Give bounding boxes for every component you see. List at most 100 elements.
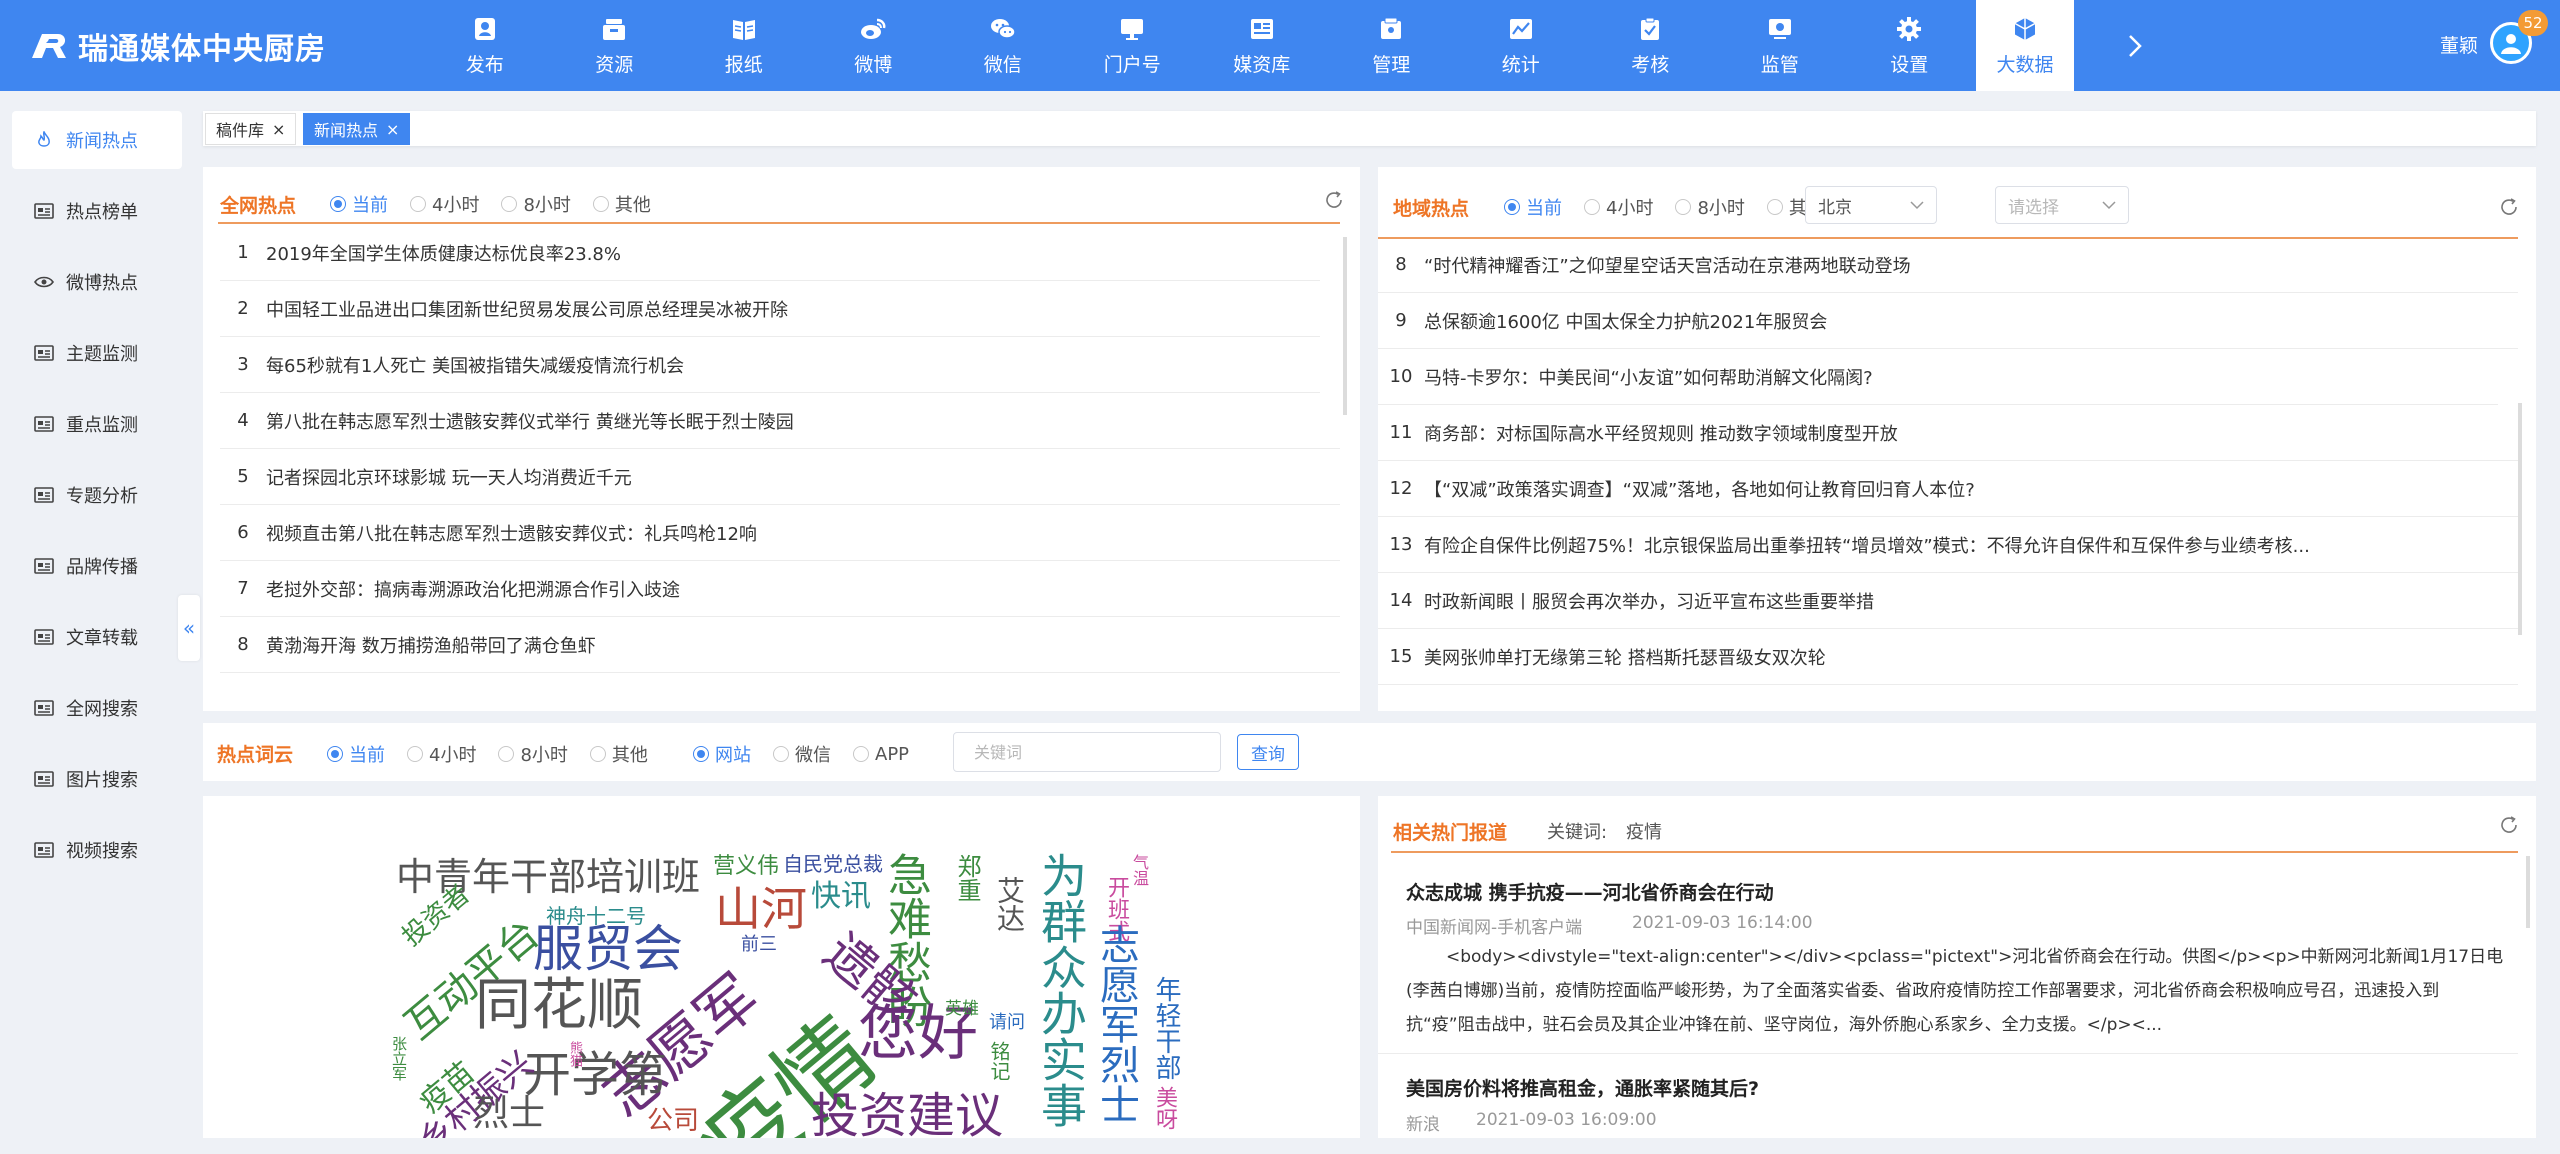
radio-8h[interactable]: 8小时 [498, 741, 568, 767]
refresh-icon[interactable] [2498, 196, 2520, 218]
app-logo[interactable]: 瑞通媒体中央厨房 [28, 26, 326, 67]
cloud-word[interactable]: 铭记 [987, 1041, 1011, 1081]
list-item[interactable]: 14 时政新闻眼丨服贸会再次举办，习近平宣布这些重要举措 [1378, 573, 2518, 629]
radio-4h[interactable]: 4小时 [407, 741, 476, 767]
nav-item-statistics[interactable]: 统计 [1456, 0, 1586, 91]
list-item[interactable]: 3 每65秒就有1人死亡 美国被指错失减缓疫情流行机会 [220, 337, 1320, 393]
list-item[interactable]: 5 记者探园北京环球影城 玩一天人均消费近千元 [220, 449, 1340, 505]
radio-4h[interactable]: 4小时 [1584, 194, 1653, 220]
cloud-word[interactable]: 快讯 [811, 882, 871, 912]
cloud-word[interactable]: 开学第 [523, 1051, 667, 1099]
nav-more-button[interactable] [2120, 28, 2150, 64]
news-item[interactable]: 美国房价料将推高租金，通胀率紧随其后? 新浪 2021-09-03 16:09:… [1378, 1054, 2518, 1138]
district-select[interactable]: 请选择 [1995, 186, 2129, 224]
flame-icon [34, 131, 56, 149]
sidebar-item-web-search[interactable]: 全网搜索 [12, 679, 182, 737]
sidebar-item-news-hot[interactable]: 新闻热点 [12, 111, 182, 169]
list-item[interactable]: 13 有险企自保件比例超75%！北京银保监局出重拳扭转“增员增效”模式：不得允许自… [1378, 517, 2518, 573]
notification-badge[interactable]: 52 [2518, 10, 2548, 36]
radio-4h[interactable]: 4小时 [410, 191, 479, 217]
radio-other[interactable]: 其他 [592, 191, 651, 217]
cloud-word[interactable]: 郑重 [953, 854, 981, 902]
user-name[interactable]: 董颖 [2440, 31, 2478, 58]
cloud-word[interactable]: 烈士 [473, 1096, 545, 1132]
list-item[interactable]: 9 总保额逾1600亿 中国太保全力护航2021年服贸会 [1378, 293, 2518, 349]
sidebar-item-weibo-hot[interactable]: 微博热点 [12, 253, 182, 311]
list-item[interactable]: 10 马特-卡罗尔：中美民间“小友谊”如何帮助消解文化隔阂? [1378, 349, 2498, 405]
cloud-word[interactable]: 请问 [989, 1014, 1025, 1032]
list-item[interactable]: 4 第八批在韩志愿军烈士遗骸安葬仪式举行 黄继光等长眠于烈士陵园 [220, 393, 1340, 449]
cloud-word[interactable]: 张立军 [390, 1036, 408, 1081]
nav-item-weibo[interactable]: 微博 [809, 0, 939, 91]
sidebar-item-special-analysis[interactable]: 专题分析 [12, 466, 182, 524]
list-item[interactable]: 8 “时代精神耀香江”之仰望星空话天宫活动在京港两地联动登场 [1378, 237, 2518, 293]
cloud-word[interactable]: 服贸会 [533, 924, 683, 974]
refresh-icon[interactable] [1323, 189, 1345, 211]
city-select[interactable]: 北京 [1805, 186, 1937, 224]
cloud-word[interactable]: 同花顺 [475, 978, 643, 1034]
cloud-word[interactable]: 年轻干部 [1151, 976, 1181, 1080]
list-item[interactable]: 15 美网张帅单打无缘第三轮 搭档斯托瑟晋级女双次轮 [1378, 629, 2518, 685]
radio-other[interactable]: 其他 [589, 741, 648, 767]
radio-current[interactable]: 当前 [330, 191, 388, 217]
sidebar-item-image-search[interactable]: 图片搜索 [12, 750, 182, 808]
cloud-word[interactable]: 气温 [1130, 854, 1149, 886]
sidebar-collapse-button[interactable]: « [178, 595, 200, 661]
keyword-input[interactable] [953, 732, 1221, 772]
nav-item-wechat[interactable]: 微信 [938, 0, 1068, 91]
cloud-word[interactable]: 公司 [647, 1108, 699, 1134]
cloud-word[interactable]: 投资建议 [811, 1092, 1003, 1138]
radio-current[interactable]: 当前 [327, 741, 385, 767]
list-item[interactable]: 2 中国轻工业品进出口集团新世纪贸易发展公司原总经理吴冰被开除 [220, 281, 1320, 337]
refresh-icon[interactable] [2498, 814, 2520, 836]
scrollbar[interactable] [2518, 403, 2522, 635]
list-item[interactable]: 8 黄渤海开海 数万捕捞渔船带回了满仓鱼虾 [220, 617, 1340, 673]
cloud-word[interactable]: 志愿军烈士 [1093, 924, 1139, 1124]
list-item[interactable]: 1 2019年全国学生体质健康达标优良率23.8% [220, 225, 1320, 281]
radio-source-app[interactable]: APP [853, 744, 909, 765]
sidebar-item-key-monitor[interactable]: 重点监测 [12, 395, 182, 453]
scrollbar[interactable] [2526, 856, 2530, 928]
cloud-word[interactable]: 美呀 [1152, 1086, 1177, 1130]
nav-item-manage[interactable]: 管理 [1327, 0, 1457, 91]
query-button[interactable]: 查询 [1237, 734, 1299, 770]
cloud-word[interactable]: 自民党总裁 [783, 854, 883, 874]
radio-source-website[interactable]: 网站 [693, 741, 751, 767]
cloud-word[interactable]: 英雄 [945, 1001, 979, 1018]
tab-manuscripts[interactable]: 稿件库 × [205, 113, 297, 145]
radio-current[interactable]: 当前 [1504, 194, 1562, 220]
cloud-word[interactable]: 为群众办实事 [1034, 852, 1088, 1128]
cloud-word[interactable]: 前三 [741, 936, 777, 954]
nav-item-bigdata[interactable]: 大数据 [1976, 0, 2074, 91]
sidebar-item-topic-monitor[interactable]: 主题监测 [12, 324, 182, 382]
nav-item-publish[interactable]: 发布 [420, 0, 550, 91]
tab-news-hot[interactable]: 新闻热点 × [303, 113, 411, 145]
nav-item-portal[interactable]: 门户号 [1068, 0, 1198, 91]
radio-8h[interactable]: 8小时 [501, 191, 571, 217]
tabs-bar: 稿件库 × 新闻热点 × [203, 111, 2536, 146]
cloud-word[interactable]: 营义伟 [713, 856, 779, 878]
radio-8h[interactable]: 8小时 [1675, 194, 1745, 220]
news-item[interactable]: 众志成城 携手抗疫——河北省侨商会在行动 中国新闻网-手机客户端 2021-09… [1378, 856, 2518, 1054]
nav-item-assessment[interactable]: 考核 [1586, 0, 1716, 91]
nav-item-supervise[interactable]: 监管 [1715, 0, 1845, 91]
cloud-word[interactable]: 艾达 [993, 876, 1026, 932]
cloud-word[interactable]: 山河 [715, 886, 807, 932]
radio-source-wechat[interactable]: 微信 [773, 741, 831, 767]
list-item[interactable]: 6 视频直击第八批在韩志愿军烈士遗骸安葬仪式：礼兵鸣枪12响 [220, 505, 1340, 561]
close-icon[interactable]: × [386, 120, 399, 139]
nav-item-resources[interactable]: 资源 [550, 0, 680, 91]
list-item[interactable]: 7 老挝外交部：搞病毒溯源政治化把溯源合作引入歧途 [220, 561, 1340, 617]
list-item[interactable]: 11 商务部：对标国际高水平经贸规则 推动数字领域制度型开放 [1378, 405, 2518, 461]
sidebar-item-video-search[interactable]: 视频搜索 [12, 821, 182, 879]
nav-item-newspaper[interactable]: 报纸 [679, 0, 809, 91]
sidebar-item-brand-spread[interactable]: 品牌传播 [12, 537, 182, 595]
cloud-word[interactable]: 熊猫 [567, 1041, 582, 1067]
close-icon[interactable]: × [272, 120, 285, 139]
nav-item-settings[interactable]: 设置 [1845, 0, 1975, 91]
scrollbar[interactable] [1343, 237, 1347, 415]
nav-item-media-library[interactable]: 媒资库 [1197, 0, 1327, 91]
sidebar-item-article-repost[interactable]: 文章转载 [12, 608, 182, 666]
sidebar-item-hot-list[interactable]: 热点榜单 [12, 182, 182, 240]
list-item[interactable]: 12 【“双减”政策落实调查】“双减”落地，各地如何让教育回归育人本位? [1378, 461, 2518, 517]
